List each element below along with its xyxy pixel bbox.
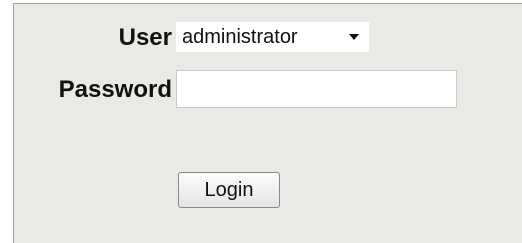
chevron-down-icon: [349, 34, 359, 40]
user-select[interactable]: administrator: [176, 22, 369, 52]
user-label: User: [118, 24, 172, 51]
password-label: Password: [58, 76, 172, 103]
password-field[interactable]: [176, 70, 457, 108]
login-button[interactable]: Login: [178, 172, 280, 208]
user-select-value: administrator: [182, 26, 298, 48]
login-panel: User administrator Password Login: [13, 3, 522, 243]
